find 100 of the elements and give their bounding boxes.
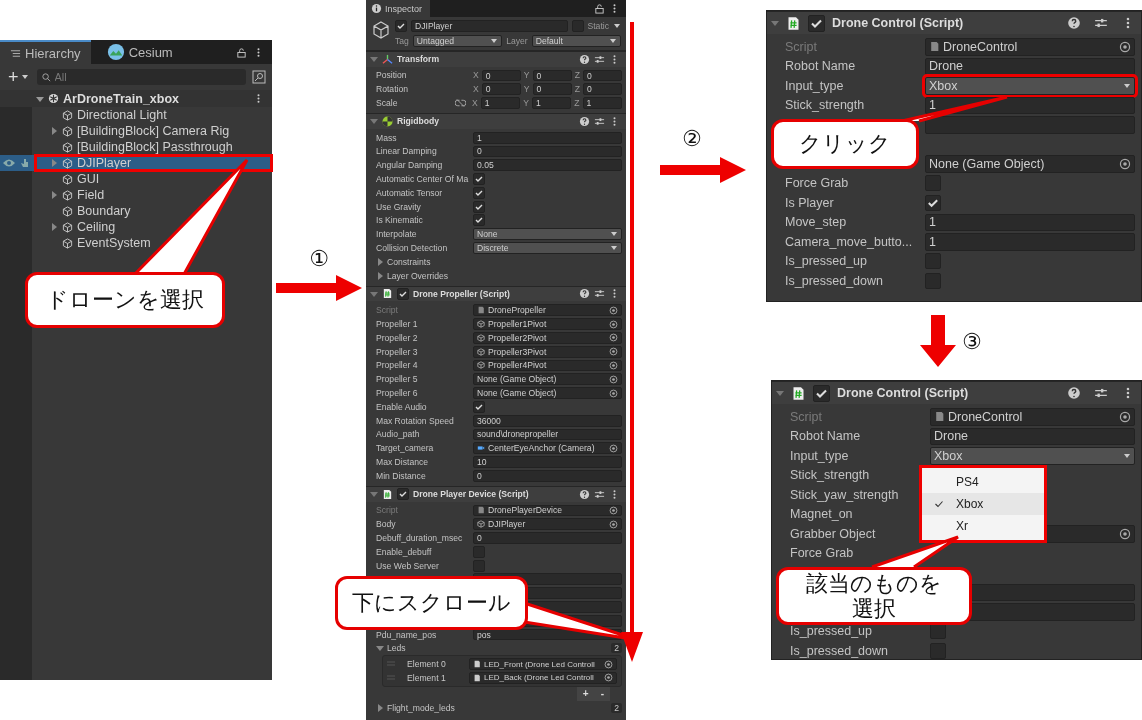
object-field[interactable]: Propeller4Pivot (473, 359, 622, 372)
object-field[interactable]: LED_Back (Drone Led Controll (469, 672, 617, 684)
settings-sliders-icon[interactable] (1094, 16, 1108, 30)
object-field[interactable]: None (Game Object) (925, 155, 1135, 173)
settings-sliders-icon[interactable] (1094, 386, 1108, 400)
collapse-arrow-icon[interactable] (370, 117, 378, 126)
help-icon[interactable] (579, 488, 590, 500)
number-field[interactable]: 0 (532, 83, 572, 96)
object-picker-icon[interactable] (1119, 40, 1131, 53)
text-field[interactable]: sound\dronepropeller (473, 428, 622, 441)
lock-icon[interactable] (594, 3, 605, 14)
menu-option[interactable]: Xbox (922, 493, 1044, 515)
help-icon[interactable] (1067, 386, 1081, 400)
checkbox[interactable] (925, 194, 941, 211)
collapse-arrow-icon[interactable] (370, 490, 378, 499)
help-icon[interactable] (579, 53, 590, 65)
number-field[interactable]: 0 (481, 69, 521, 82)
object-picker-icon[interactable] (1119, 410, 1131, 423)
tag-dropdown[interactable]: Untagged (412, 35, 503, 47)
checkbox[interactable] (930, 642, 946, 659)
object-field[interactable]: DronePlayerDevice (473, 504, 622, 517)
component-header[interactable]: Rigidbody (366, 113, 626, 129)
number-field[interactable]: 1 (582, 97, 622, 109)
foldout-label[interactable]: Layer Overrides (387, 270, 449, 281)
number-field[interactable]: 0 (582, 83, 622, 96)
number-field[interactable]: 0 (532, 69, 572, 82)
name-field[interactable]: DJIPlayer (411, 20, 568, 32)
component-header[interactable]: Drone Propeller (Script) (366, 285, 626, 302)
list-label[interactable]: Flight_mode_leds (387, 702, 455, 713)
checkbox[interactable] (395, 20, 407, 32)
help-icon[interactable] (579, 115, 590, 127)
checkbox[interactable] (397, 488, 409, 501)
object-field[interactable]: DJIPlayer (473, 518, 622, 531)
object-field[interactable]: Propeller3Pivot (473, 345, 622, 358)
hierarchy-item[interactable]: Ceiling (0, 219, 272, 235)
hierarchy-item[interactable]: Boundary (0, 203, 272, 219)
text-field[interactable]: 1 (925, 233, 1135, 251)
checkbox[interactable] (397, 287, 409, 300)
expand-arrow-icon[interactable] (50, 223, 58, 231)
component-header[interactable]: Drone Player Device (Script) (366, 485, 626, 502)
menu-option[interactable]: PS4 (922, 471, 1044, 493)
panel-tab[interactable]: Hierarchy (0, 40, 91, 64)
expand-arrow-icon[interactable] (50, 127, 58, 135)
collapse-arrow-icon[interactable] (370, 55, 378, 64)
checkbox[interactable] (808, 14, 825, 32)
object-field[interactable]: Propeller1Pivot (473, 318, 622, 330)
number-field[interactable]: 1 (480, 97, 521, 109)
checkbox[interactable] (473, 214, 485, 227)
search-field[interactable]: All (36, 69, 246, 85)
settings-sliders-icon[interactable] (594, 488, 605, 500)
component-header[interactable]: Drone Control (Script) (767, 11, 1141, 34)
text-field[interactable]: 0.05 (473, 159, 622, 172)
visibility-icon[interactable] (2, 158, 16, 168)
component-header[interactable]: Drone Control (Script) (772, 381, 1141, 404)
layer-dropdown[interactable]: Default (531, 35, 621, 47)
dropdown[interactable]: None (473, 228, 622, 241)
object-field[interactable]: None (Game Object) (473, 373, 622, 386)
dropdown[interactable]: Discrete (473, 242, 622, 254)
object-field[interactable]: DroneControl (930, 408, 1135, 426)
text-field[interactable]: 1 (925, 213, 1135, 231)
object-picker-icon[interactable] (1119, 527, 1131, 540)
text-field[interactable] (925, 116, 1135, 134)
settings-sliders-icon[interactable] (594, 53, 605, 65)
object-picker-icon[interactable] (609, 443, 618, 453)
search-input[interactable]: All (54, 71, 242, 83)
list-label[interactable]: Leds (387, 643, 406, 654)
text-field[interactable]: 1 (473, 131, 622, 144)
settings-sliders-icon[interactable] (594, 115, 605, 127)
dropdown[interactable]: Xbox (925, 77, 1135, 95)
dropdown[interactable]: Xbox (930, 447, 1135, 465)
expand-arrow-icon[interactable] (50, 191, 58, 199)
settings-sliders-icon[interactable] (594, 288, 605, 300)
help-icon[interactable] (579, 288, 590, 300)
foldout-label[interactable]: Constraints (387, 256, 431, 267)
checkbox[interactable] (473, 200, 485, 213)
hierarchy-item[interactable]: [BuildingBlock] Passthrough (0, 139, 272, 155)
object-field[interactable]: CenterEyeAnchor (Camera) (473, 442, 622, 455)
count-field[interactable]: 2 (611, 702, 622, 713)
hierarchy-item[interactable]: EventSystem (0, 235, 272, 251)
hierarchy-item[interactable]: DJIPlayer (0, 155, 272, 171)
expand-arrow-icon[interactable] (376, 644, 384, 653)
object-picker-icon[interactable] (1119, 157, 1131, 170)
object-field[interactable]: None (Game Object) (473, 387, 622, 399)
number-field[interactable]: 1 (531, 97, 572, 109)
checkbox[interactable] (473, 173, 485, 186)
hierarchy-item[interactable]: GUI (0, 171, 272, 187)
text-field[interactable]: 0 (473, 469, 622, 482)
count-field[interactable]: 2 (611, 643, 622, 654)
menu-option[interactable]: Xr (922, 515, 1044, 537)
search-window-icon[interactable] (252, 70, 266, 84)
hierarchy-item[interactable]: Directional Light (0, 107, 272, 123)
text-field[interactable]: 36000 (473, 414, 622, 427)
panel-tab[interactable]: Inspector (366, 0, 431, 17)
add-button[interactable]: + (6, 68, 31, 86)
number-field[interactable]: 0 (481, 83, 521, 96)
expand-arrow-icon[interactable] (36, 94, 44, 103)
checkbox[interactable] (473, 400, 485, 413)
expand-arrow-icon[interactable] (376, 703, 384, 712)
collapse-arrow-icon[interactable] (771, 19, 779, 27)
pointer-icon[interactable] (19, 158, 29, 168)
